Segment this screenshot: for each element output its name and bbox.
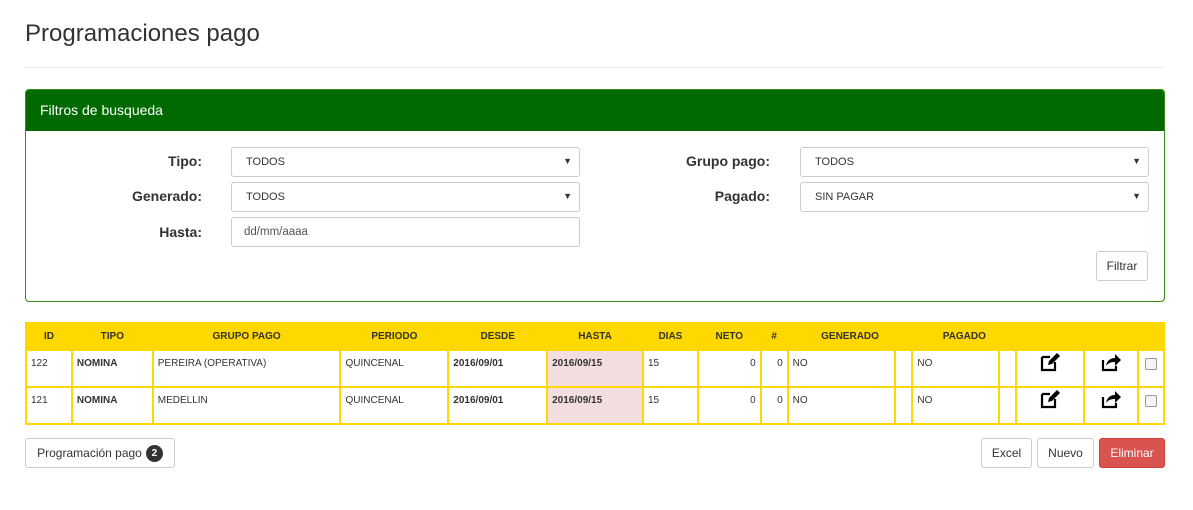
cell-grupo-pago: PEREIRA (OPERATIVA) <box>151 349 342 388</box>
programacion-count-button[interactable]: Programación pago 2 <box>25 438 175 468</box>
share-action[interactable] <box>1083 386 1139 425</box>
caret-down-icon: ▼ <box>563 191 572 201</box>
excel-button[interactable]: Excel <box>981 438 1032 468</box>
cell-spacer <box>894 349 914 388</box>
col-header-dias[interactable]: DIAS <box>641 322 699 351</box>
title-divider <box>25 67 1165 68</box>
row-checkbox[interactable] <box>1144 357 1157 370</box>
share-icon[interactable] <box>1100 351 1122 373</box>
table-row[interactable]: 121 NOMINA MEDELLIN QUINCENAL 2016/09/01… <box>25 386 1166 425</box>
col-header-periodo[interactable]: PERIODO <box>339 322 450 351</box>
tipo-select-value: TODOS <box>246 156 285 168</box>
eliminar-button[interactable]: Eliminar <box>1099 438 1165 468</box>
cell-dias: 15 <box>641 386 699 425</box>
cell-count: 0 <box>759 386 789 425</box>
cell-spacer <box>998 386 1018 425</box>
filters-heading: Filtros de busqueda <box>26 90 1164 131</box>
cell-tipo: NOMINA <box>70 386 154 425</box>
col-header-id[interactable]: ID <box>25 322 73 351</box>
table-header-row: ID TIPO GRUPO PAGO PERIODO DESDE HASTA D… <box>25 322 1166 351</box>
grupo-pago-select[interactable]: TODOS ▼ <box>800 147 1149 177</box>
col-header-count[interactable]: # <box>759 322 789 351</box>
cell-pagado: NO <box>911 349 1001 388</box>
filter-button[interactable]: Filtrar <box>1096 251 1148 281</box>
edit-icon[interactable] <box>1039 388 1061 410</box>
cell-periodo: QUINCENAL <box>339 349 450 388</box>
row-select-cell <box>1136 349 1166 388</box>
col-header-edit <box>1015 322 1086 351</box>
cell-desde: 2016/09/01 <box>447 349 549 388</box>
pagado-select-value: SIN PAGAR <box>815 191 875 203</box>
generado-select-value: TODOS <box>246 191 285 203</box>
hasta-label: Hasta: <box>159 224 202 240</box>
cell-hasta: 2016/09/15 <box>546 386 644 425</box>
cell-spacer <box>894 386 914 425</box>
cell-generado: NO <box>786 349 897 388</box>
cell-id: 121 <box>25 386 73 425</box>
payments-table: ID TIPO GRUPO PAGO PERIODO DESDE HASTA D… <box>25 322 1166 425</box>
cell-neto: 0 <box>696 349 762 388</box>
edit-action[interactable] <box>1015 349 1086 388</box>
col-header-share <box>1083 322 1139 351</box>
table-row[interactable]: 122 NOMINA PEREIRA (OPERATIVA) QUINCENAL… <box>25 349 1166 388</box>
col-header-neto[interactable]: NETO <box>696 322 762 351</box>
cell-tipo: NOMINA <box>70 349 154 388</box>
col-header-tipo[interactable]: TIPO <box>70 322 154 351</box>
share-icon[interactable] <box>1100 388 1122 410</box>
share-action[interactable] <box>1083 349 1139 388</box>
generado-select[interactable]: TODOS ▼ <box>231 182 580 212</box>
pagado-select[interactable]: SIN PAGAR ▼ <box>800 182 1149 212</box>
cell-spacer <box>998 349 1018 388</box>
filters-panel: Filtros de busqueda Tipo: TODOS ▼ Genera… <box>25 89 1165 302</box>
col-header-desde[interactable]: DESDE <box>447 322 549 351</box>
page-title: Programaciones pago <box>25 20 260 47</box>
cell-periodo: QUINCENAL <box>339 386 450 425</box>
tipo-select[interactable]: TODOS ▼ <box>231 147 580 177</box>
col-header-grupo-pago[interactable]: GRUPO PAGO <box>151 322 342 351</box>
col-header-generado[interactable]: GENERADO <box>786 322 914 351</box>
hasta-date-input[interactable]: dd/mm/aaaa <box>231 217 580 247</box>
cell-dias: 15 <box>641 349 699 388</box>
programacion-count-label: Programación pago <box>37 446 142 460</box>
count-badge: 2 <box>145 445 163 462</box>
pagado-label: Pagado: <box>714 188 770 204</box>
col-header-select <box>1136 322 1166 351</box>
cell-generado: NO <box>786 386 897 425</box>
row-checkbox[interactable] <box>1144 394 1157 407</box>
caret-down-icon: ▼ <box>563 156 572 166</box>
edit-icon[interactable] <box>1039 351 1061 373</box>
cell-grupo-pago: MEDELLIN <box>151 386 342 425</box>
tipo-label: Tipo: <box>168 153 202 169</box>
col-header-hasta[interactable]: HASTA <box>546 322 644 351</box>
cell-neto: 0 <box>696 386 762 425</box>
cell-count: 0 <box>759 349 789 388</box>
cell-desde: 2016/09/01 <box>447 386 549 425</box>
cell-hasta: 2016/09/15 <box>546 349 644 388</box>
grupo-pago-label: Grupo pago: <box>686 153 770 169</box>
cell-id: 122 <box>25 349 73 388</box>
nuevo-button[interactable]: Nuevo <box>1037 438 1094 468</box>
generado-label: Generado: <box>131 188 202 204</box>
caret-down-icon: ▼ <box>1132 191 1141 201</box>
cell-pagado: NO <box>911 386 1001 425</box>
col-header-pagado[interactable]: PAGADO <box>911 322 1018 351</box>
grupo-pago-select-value: TODOS <box>815 156 854 168</box>
row-select-cell <box>1136 386 1166 425</box>
edit-action[interactable] <box>1015 386 1086 425</box>
caret-down-icon: ▼ <box>1132 156 1141 166</box>
